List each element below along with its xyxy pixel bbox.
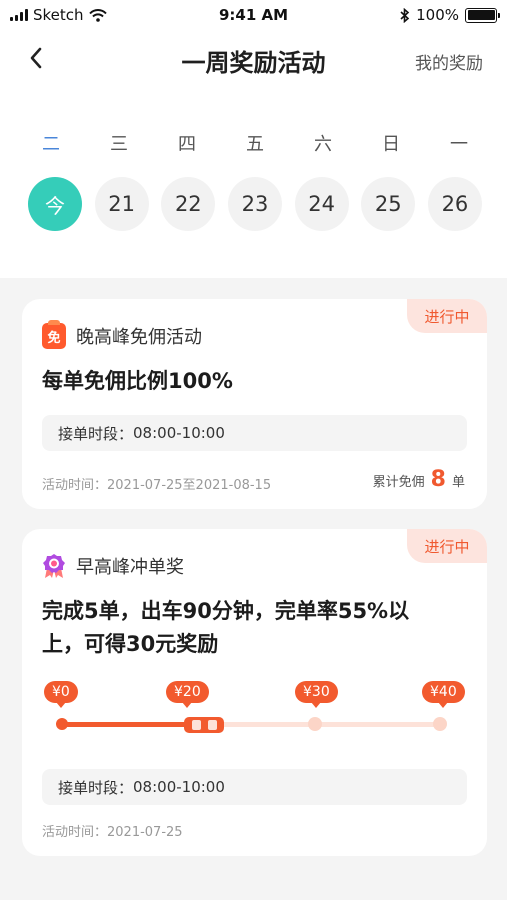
chevron-left-icon [30, 47, 42, 69]
date-button[interactable]: 25 [361, 177, 416, 231]
date-button[interactable]: 22 [161, 177, 216, 231]
activity-time: 活动时间：2021-07-25至2021-08-15 [42, 478, 272, 493]
activity-time: 活动时间：2021-07-25 [42, 825, 183, 840]
milestone-label: ¥30 [295, 681, 338, 708]
date-button[interactable]: 23 [227, 177, 282, 231]
status-bar: Sketch 9:41 AM 100% [0, 0, 507, 30]
card-header: 免 晚高峰免佣活动 [42, 320, 202, 349]
order-period: 接单时段： 08:00-10:00 [42, 769, 467, 805]
battery-label: 100% [416, 6, 459, 24]
status-badge: 进行中 [407, 529, 487, 563]
weekday-label: 日 [382, 134, 400, 155]
back-button[interactable] [22, 44, 50, 72]
card-header: 早高峰冲单奖 [42, 553, 184, 579]
navigation-bar: 一周奖励活动 我的奖励 [0, 36, 507, 80]
weekday-label: 六 [314, 134, 332, 155]
period-value: 08:00-10:00 [133, 424, 225, 442]
free-commission-icon: 免 [42, 320, 66, 349]
activity-name: 晚高峰免佣活动 [76, 327, 202, 348]
activity-main-text-line-1: 完成5单，出车90分钟，完单率55%以 [42, 599, 410, 623]
period-label: 接单时段： [58, 424, 134, 443]
weekday-label: 三 [110, 134, 128, 155]
date-button[interactable]: 24 [294, 177, 349, 231]
reward-progress: ¥0 ¥20 ¥30 ¥40 [42, 679, 467, 739]
total-free-count: 累计免佣 8 单 [373, 467, 465, 492]
battery-icon [465, 7, 500, 23]
total-unit: 单 [451, 475, 465, 490]
progress-fill [62, 722, 188, 727]
period-label: 接单时段： [58, 778, 134, 797]
milestone-dot [433, 717, 447, 731]
milestone-label: ¥20 [166, 681, 209, 708]
status-badge: 进行中 [407, 299, 487, 333]
status-right: 100% [400, 6, 500, 24]
activity-card-free-commission[interactable]: 进行中 免 晚高峰免佣活动 每单免佣比例100% 接单时段： 08:00-10:… [22, 299, 487, 509]
date-button[interactable]: 26 [427, 177, 482, 231]
car-icon [184, 717, 224, 733]
weekday-label: 四 [178, 134, 196, 155]
total-label: 累计免佣 [372, 475, 425, 490]
activity-card-morning-peak[interactable]: 进行中 早高峰冲单奖 完成5单，出车90分钟，完单率55%以 上，可得30元奖励… [22, 529, 487, 856]
milestone-dot [56, 718, 68, 730]
date-row: 今 21 22 23 24 25 26 [28, 177, 482, 231]
bluetooth-icon [400, 7, 410, 23]
weekday-label: 一 [450, 134, 468, 155]
weekday-label: 二 [42, 134, 60, 155]
weekday-row: 二 三 四 五 六 日 一 [23, 130, 487, 156]
date-button[interactable]: 21 [94, 177, 149, 231]
order-period: 接单时段： 08:00-10:00 [42, 415, 467, 451]
award-medal-icon [43, 554, 65, 578]
milestone-label: ¥0 [44, 681, 78, 708]
weekday-label: 五 [246, 134, 264, 155]
my-rewards-link[interactable]: 我的奖励 [415, 49, 483, 74]
activity-name: 早高峰冲单奖 [76, 557, 184, 578]
activity-main-text-line-2: 上，可得30元奖励 [42, 632, 219, 656]
date-today-button[interactable]: 今 [28, 177, 82, 231]
milestone-dot [308, 717, 322, 731]
activity-main-text: 每单免佣比例100% [42, 369, 233, 393]
period-value: 08:00-10:00 [133, 778, 225, 796]
milestone-label: ¥40 [422, 681, 465, 708]
total-number: 8 [430, 467, 446, 492]
